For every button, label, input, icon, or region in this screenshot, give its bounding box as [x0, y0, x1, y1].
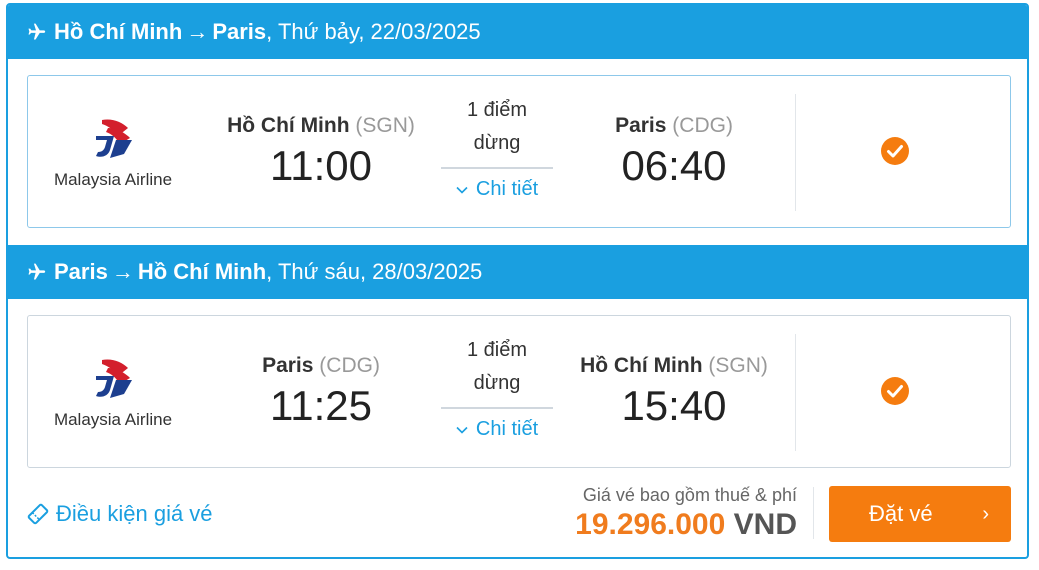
price-note: Giá vé bao gồm thuế & phí — [582, 485, 797, 505]
airplane-icon — [28, 263, 46, 280]
arrival-code: (SGN) — [708, 353, 768, 377]
airplane-icon — [28, 23, 46, 40]
price-block: Giá vé bao gồm thuế & phí 19.296.000 VND — [575, 485, 797, 542]
airline-name: Malaysia Airline — [53, 409, 173, 429]
book-button-label: Đặt vé — [869, 501, 933, 526]
departure-time: 11:25 — [270, 381, 372, 429]
departure-time: 11:00 — [270, 141, 372, 189]
booking-footer: Điều kiện giá vé Giá vé bao gồm thuế & p… — [8, 475, 1027, 555]
details-link[interactable]: Chi tiết — [441, 418, 553, 441]
stops-count: 1 điểm — [466, 339, 528, 361]
leg-date: , Thứ bảy, 22/03/2025 — [266, 19, 481, 44]
airline-info: Malaysia Airline — [28, 316, 198, 467]
selected-check-icon[interactable] — [880, 136, 910, 166]
departure-block: Hồ Chí Minh (SGN) 11:00 — [191, 76, 451, 227]
malaysia-airlines-logo-icon — [96, 358, 132, 398]
flight-result-card: Hồ Chí Minh → Paris , Thứ bảy, 22/03/202… — [6, 3, 1029, 559]
stops-word: dừng — [473, 372, 521, 394]
flight-segment-return[interactable]: Malaysia Airline Paris (CDG) 11:25 1 điể… — [27, 315, 1011, 468]
stops-count: 1 điểm — [466, 99, 528, 121]
airline-info: Malaysia Airline — [28, 76, 198, 227]
departure-city: Hồ Chí Minh — [227, 113, 350, 137]
leg-header-return: Paris → Hồ Chí Minh , Thứ sáu, 28/03/202… — [8, 245, 1027, 299]
stops-label: 1 điểm dừng — [441, 94, 553, 160]
leg-destination: Hồ Chí Minh — [137, 259, 267, 284]
selected-check-icon[interactable] — [880, 376, 910, 406]
details-link[interactable]: Chi tiết — [441, 178, 553, 201]
leg-arrow: → — [111, 259, 134, 284]
arrival-code: (CDG) — [672, 113, 733, 137]
leg-arrow: → — [186, 19, 209, 44]
stops-info: 1 điểm dừng Chi tiết — [441, 316, 553, 467]
flight-segment-outbound[interactable]: Malaysia Airline Hồ Chí Minh (SGN) 11:00… — [27, 75, 1011, 228]
footer-divider — [813, 487, 814, 539]
fare-conditions-label: Điều kiện giá vé — [56, 501, 213, 526]
details-label: Chi tiết — [475, 418, 539, 440]
departure-code: (SGN) — [355, 113, 415, 137]
departure-code: (CDG) — [319, 353, 380, 377]
chevron-down-icon — [456, 426, 468, 434]
details-label: Chi tiết — [475, 178, 539, 200]
arrival-time: 06:40 — [621, 141, 727, 189]
chevron-right-icon: › — [982, 502, 989, 525]
column-divider — [795, 334, 796, 451]
stops-divider — [441, 167, 553, 169]
arrival-time: 15:40 — [621, 381, 727, 429]
price-amount: 19.296.000 — [575, 508, 726, 541]
book-button[interactable]: Đặt vé › — [829, 486, 1011, 542]
stops-info: 1 điểm dừng Chi tiết — [441, 76, 553, 227]
price-currency: VND — [733, 508, 797, 541]
arrival-city: Hồ Chí Minh — [580, 353, 703, 377]
total-price: 19.296.000 VND — [575, 508, 797, 542]
malaysia-airlines-logo-icon — [96, 118, 132, 158]
leg-header-outbound: Hồ Chí Minh → Paris , Thứ bảy, 22/03/202… — [8, 5, 1027, 59]
departure-block: Paris (CDG) 11:25 — [191, 316, 451, 467]
leg-date: , Thứ sáu, 28/03/2025 — [266, 259, 483, 284]
arrival-block: Hồ Chí Minh (SGN) 15:40 — [544, 316, 804, 467]
column-divider — [795, 94, 796, 211]
chevron-down-icon — [456, 186, 468, 194]
ticket-icon — [27, 503, 49, 525]
stops-divider — [441, 407, 553, 409]
leg-origin: Paris — [54, 259, 108, 284]
stops-word: dừng — [473, 132, 521, 154]
departure-city: Paris — [262, 353, 314, 377]
arrival-block: Paris (CDG) 06:40 — [544, 76, 804, 227]
airline-name: Malaysia Airline — [53, 169, 173, 189]
fare-conditions-link[interactable]: Điều kiện giá vé — [26, 501, 213, 527]
leg-destination: Paris — [212, 19, 267, 44]
leg-origin: Hồ Chí Minh — [54, 19, 183, 44]
arrival-city: Paris — [615, 113, 667, 137]
stops-label: 1 điểm dừng — [441, 334, 553, 400]
